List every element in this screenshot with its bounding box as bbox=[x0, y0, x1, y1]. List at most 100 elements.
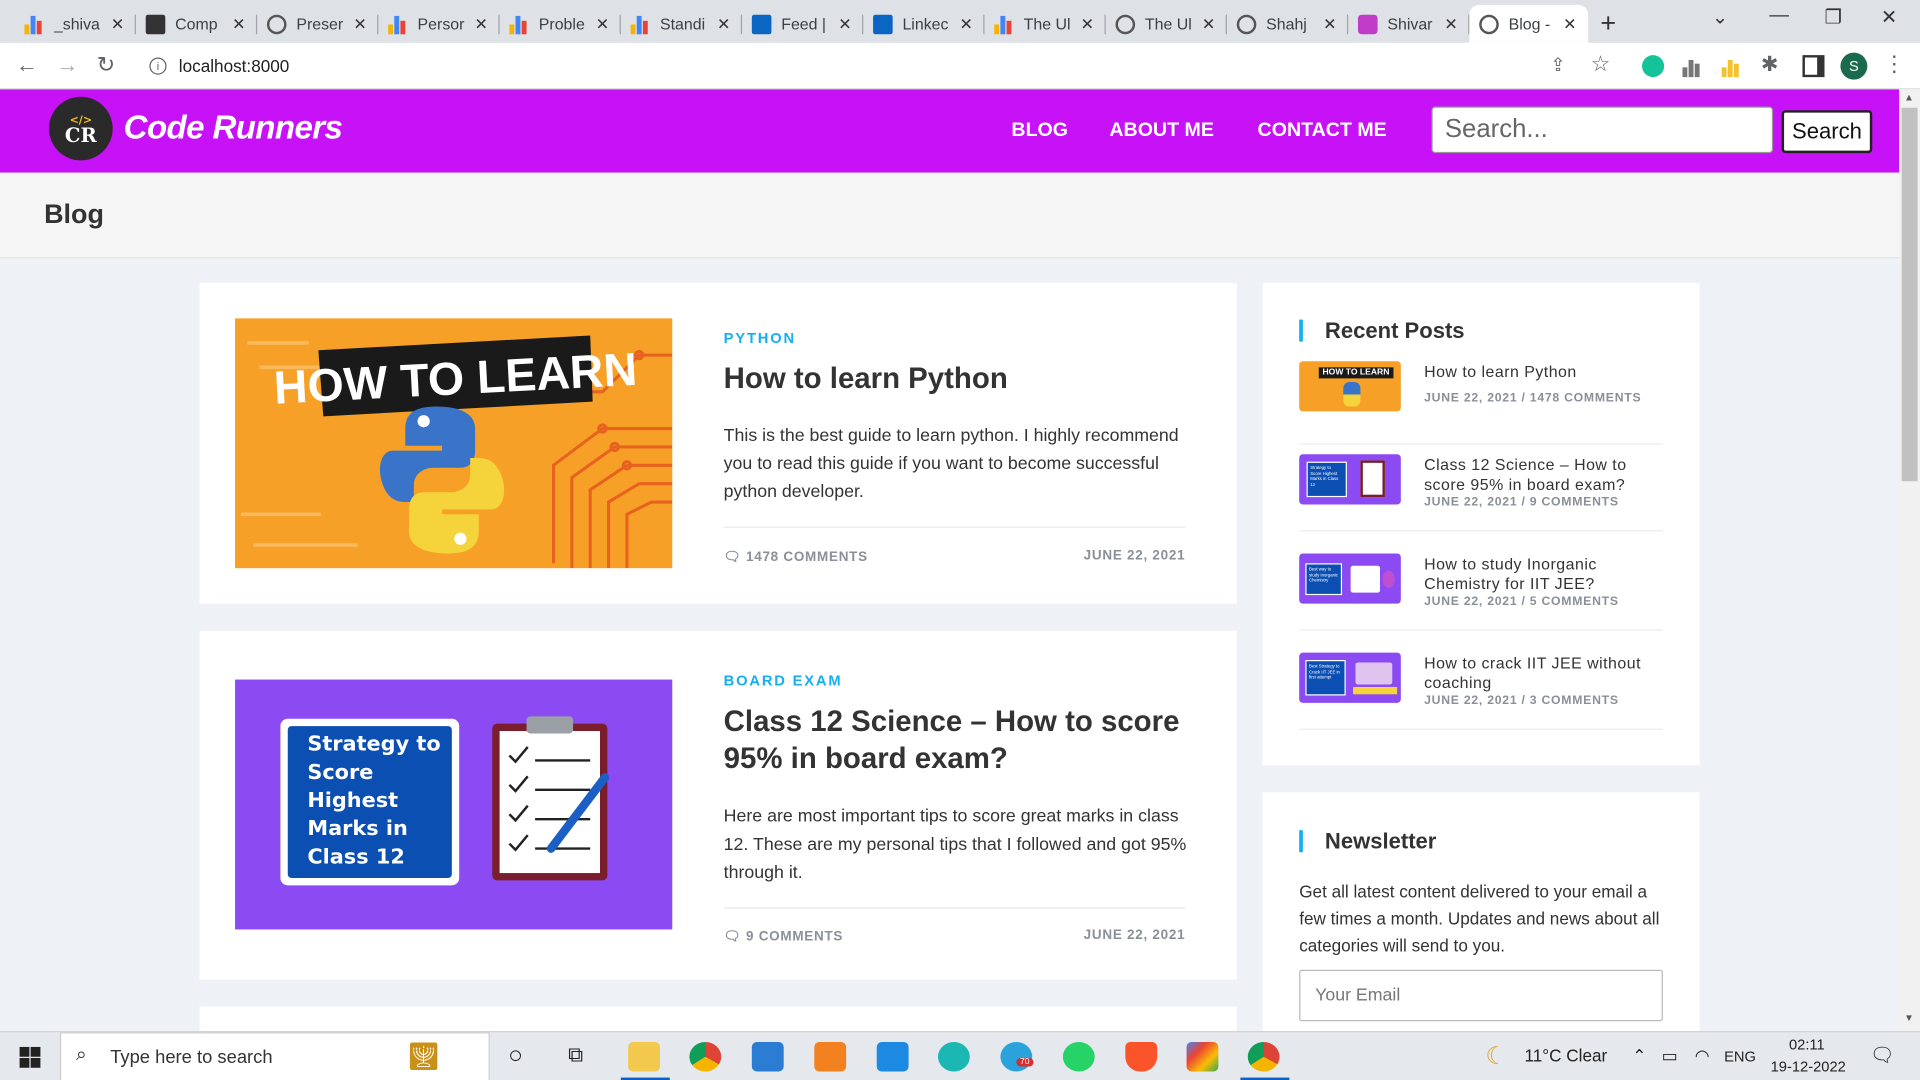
language-indicator[interactable]: ENG bbox=[1724, 1048, 1756, 1065]
extensions-puzzle-icon[interactable]: ✱ bbox=[1761, 53, 1778, 77]
tab-search-icon[interactable]: ⌄ bbox=[1712, 5, 1728, 29]
close-tab-icon[interactable]: ✕ bbox=[473, 14, 490, 34]
reload-icon[interactable]: ↻ bbox=[97, 53, 115, 79]
scrollbar-thumb[interactable] bbox=[1901, 107, 1918, 482]
nav-about-me[interactable]: ABOUT ME bbox=[1109, 120, 1213, 142]
close-tab-icon[interactable]: ✕ bbox=[1079, 14, 1096, 34]
forward-icon[interactable]: → bbox=[56, 53, 78, 79]
search-button[interactable]: Search bbox=[1781, 110, 1873, 154]
analytics-extension-icon[interactable] bbox=[1682, 55, 1704, 78]
nav-blog[interactable]: BLOG bbox=[1011, 120, 1068, 142]
page-scrollbar[interactable]: ▲ ▼ bbox=[1899, 89, 1920, 1032]
side-panel-icon[interactable] bbox=[1802, 55, 1825, 78]
close-tab-icon[interactable]: ✕ bbox=[351, 14, 368, 34]
browser-tab[interactable]: Preser ✕ bbox=[257, 5, 379, 43]
task-view-icon[interactable]: ⧉ bbox=[568, 1043, 583, 1067]
post-comments[interactable]: 🗨︎ 1478 COMMENTS bbox=[724, 549, 868, 565]
taskbar-search[interactable]: ⌕ Type here to search 🕎︎ bbox=[60, 1032, 490, 1080]
post-comments[interactable]: 🗨︎ 9 COMMENTS bbox=[724, 928, 843, 944]
close-tab-icon[interactable]: ✕ bbox=[109, 14, 126, 34]
site-logo[interactable]: </> CR bbox=[48, 96, 113, 161]
new-tab-button[interactable]: + bbox=[1600, 7, 1616, 39]
clock-date[interactable]: 19-12-2022 bbox=[1771, 1058, 1846, 1075]
battery-icon[interactable]: ▭ bbox=[1662, 1046, 1678, 1067]
recent-post-thumbnail[interactable]: Best way to study Inorganic Chemistry bbox=[1299, 553, 1401, 604]
close-tab-icon[interactable]: ✕ bbox=[1561, 14, 1578, 34]
chrome-icon[interactable] bbox=[689, 1042, 722, 1072]
site-search-input[interactable] bbox=[1431, 106, 1774, 154]
browser-tab[interactable]: The Ul ✕ bbox=[1106, 5, 1227, 43]
clock-time[interactable]: 02:11 bbox=[1789, 1036, 1825, 1053]
recent-post-title[interactable]: How to study Inorganic Chemistry for IIT… bbox=[1424, 555, 1657, 593]
bookmark-star-icon[interactable]: ☆ bbox=[1591, 51, 1611, 77]
edge-icon[interactable] bbox=[937, 1042, 970, 1072]
close-tab-icon[interactable]: ✕ bbox=[715, 14, 732, 34]
grammarly-extension-icon[interactable] bbox=[1642, 55, 1665, 78]
chrome-icon-2[interactable] bbox=[1247, 1042, 1280, 1072]
post-title[interactable]: Class 12 Science – How to score 95% in b… bbox=[724, 704, 1189, 777]
sublime-text-icon[interactable] bbox=[814, 1042, 847, 1072]
recent-post-title[interactable]: Class 12 Science – How to score 95% in b… bbox=[1424, 456, 1657, 494]
notification-icon[interactable]: 🗨︎ bbox=[1870, 1043, 1895, 1067]
recent-post-item[interactable]: Strategy to Score Highest Marks in Class… bbox=[1299, 454, 1663, 532]
minimize-button[interactable]: — bbox=[1769, 5, 1789, 27]
recent-post-item[interactable]: Best Strategy to Crack IIT JEE in first … bbox=[1299, 652, 1663, 730]
cortana-icon[interactable]: ○ bbox=[508, 1042, 523, 1070]
whatsapp-icon[interactable] bbox=[1062, 1042, 1095, 1072]
nav-contact-me[interactable]: CONTACT ME bbox=[1258, 120, 1387, 142]
recent-post-item[interactable]: Best way to study Inorganic Chemistry Ho… bbox=[1299, 553, 1663, 631]
close-window-button[interactable]: ✕ bbox=[1881, 5, 1897, 29]
browser-tab[interactable]: _shiva ✕ bbox=[15, 5, 136, 43]
recent-post-thumbnail[interactable]: Best Strategy to Crack IIT JEE in first … bbox=[1299, 652, 1401, 703]
close-tab-icon[interactable]: ✕ bbox=[1200, 14, 1217, 34]
close-tab-icon[interactable]: ✕ bbox=[836, 14, 853, 34]
recent-post-title[interactable]: How to crack IIT JEE without coaching bbox=[1424, 654, 1657, 692]
url-field[interactable]: i localhost:8000 bbox=[134, 47, 1632, 85]
app-icon[interactable] bbox=[1186, 1042, 1219, 1072]
browser-tab[interactable]: Feed | ✕ bbox=[742, 5, 864, 43]
share-icon[interactable]: ⇪ bbox=[1550, 54, 1565, 76]
brand-name[interactable]: Code Runners bbox=[124, 109, 343, 147]
site-info-icon[interactable]: i bbox=[149, 57, 167, 75]
close-tab-icon[interactable]: ✕ bbox=[1321, 14, 1338, 34]
browser-tab[interactable]: Standi ✕ bbox=[621, 5, 743, 43]
post-category[interactable]: BOARD EXAM bbox=[724, 672, 843, 689]
recent-post-title[interactable]: How to learn Python bbox=[1424, 362, 1657, 381]
browser-tab[interactable]: Proble ✕ bbox=[500, 5, 621, 43]
mail-icon[interactable] bbox=[751, 1042, 784, 1072]
post-thumbnail[interactable]: Strategy to Score Highest Marks in Class… bbox=[235, 679, 673, 930]
vscode-icon[interactable] bbox=[876, 1042, 909, 1072]
browser-tab[interactable]: Shivar ✕ bbox=[1348, 5, 1470, 43]
scroll-up-icon[interactable]: ▲ bbox=[1904, 92, 1914, 103]
close-tab-icon[interactable]: ✕ bbox=[1442, 14, 1459, 34]
post-thumbnail[interactable]: HOW TO LEARN bbox=[235, 318, 673, 569]
browser-tab[interactable]: Comp ✕ bbox=[136, 5, 258, 43]
close-tab-icon[interactable]: ✕ bbox=[594, 14, 611, 34]
close-tab-icon[interactable]: ✕ bbox=[958, 14, 975, 34]
file-explorer-icon[interactable] bbox=[628, 1042, 661, 1072]
email-field[interactable] bbox=[1299, 969, 1663, 1022]
scroll-down-icon[interactable]: ▼ bbox=[1904, 1013, 1914, 1024]
recent-post-thumbnail[interactable]: HOW TO LEARN bbox=[1299, 361, 1401, 412]
brave-icon[interactable] bbox=[1125, 1042, 1158, 1072]
browser-tab[interactable]: Linkec ✕ bbox=[863, 5, 985, 43]
browser-tab[interactable]: Blog - ✕ bbox=[1469, 4, 1589, 43]
back-icon[interactable]: ← bbox=[16, 53, 38, 79]
close-tab-icon[interactable]: ✕ bbox=[230, 14, 247, 34]
windows-start-icon[interactable] bbox=[19, 1046, 41, 1068]
analytics-extension-icon-2[interactable] bbox=[1721, 55, 1744, 78]
browser-tab[interactable]: The Ul ✕ bbox=[984, 5, 1106, 43]
wifi-icon[interactable]: ◠ bbox=[1695, 1046, 1710, 1067]
menu-kebab-icon[interactable]: ⋮ bbox=[1883, 51, 1905, 77]
telegram-icon[interactable]: 70 bbox=[1000, 1042, 1034, 1072]
browser-tab[interactable]: Persor ✕ bbox=[378, 5, 500, 43]
tray-chevron-icon[interactable]: ⌃ bbox=[1632, 1046, 1646, 1067]
weather-text[interactable]: 11°C Clear bbox=[1525, 1046, 1608, 1066]
browser-tab[interactable]: Shahj ✕ bbox=[1227, 5, 1349, 43]
maximize-button[interactable]: ❐ bbox=[1825, 5, 1843, 29]
post-title[interactable]: How to learn Python bbox=[724, 361, 1189, 398]
recent-post-thumbnail[interactable]: Strategy to Score Highest Marks in Class… bbox=[1299, 454, 1401, 505]
post-category[interactable]: PYTHON bbox=[724, 329, 796, 346]
profile-avatar[interactable]: S bbox=[1840, 52, 1868, 80]
recent-post-item[interactable]: HOW TO LEARN How to learn Python JUNE 22… bbox=[1299, 361, 1663, 445]
